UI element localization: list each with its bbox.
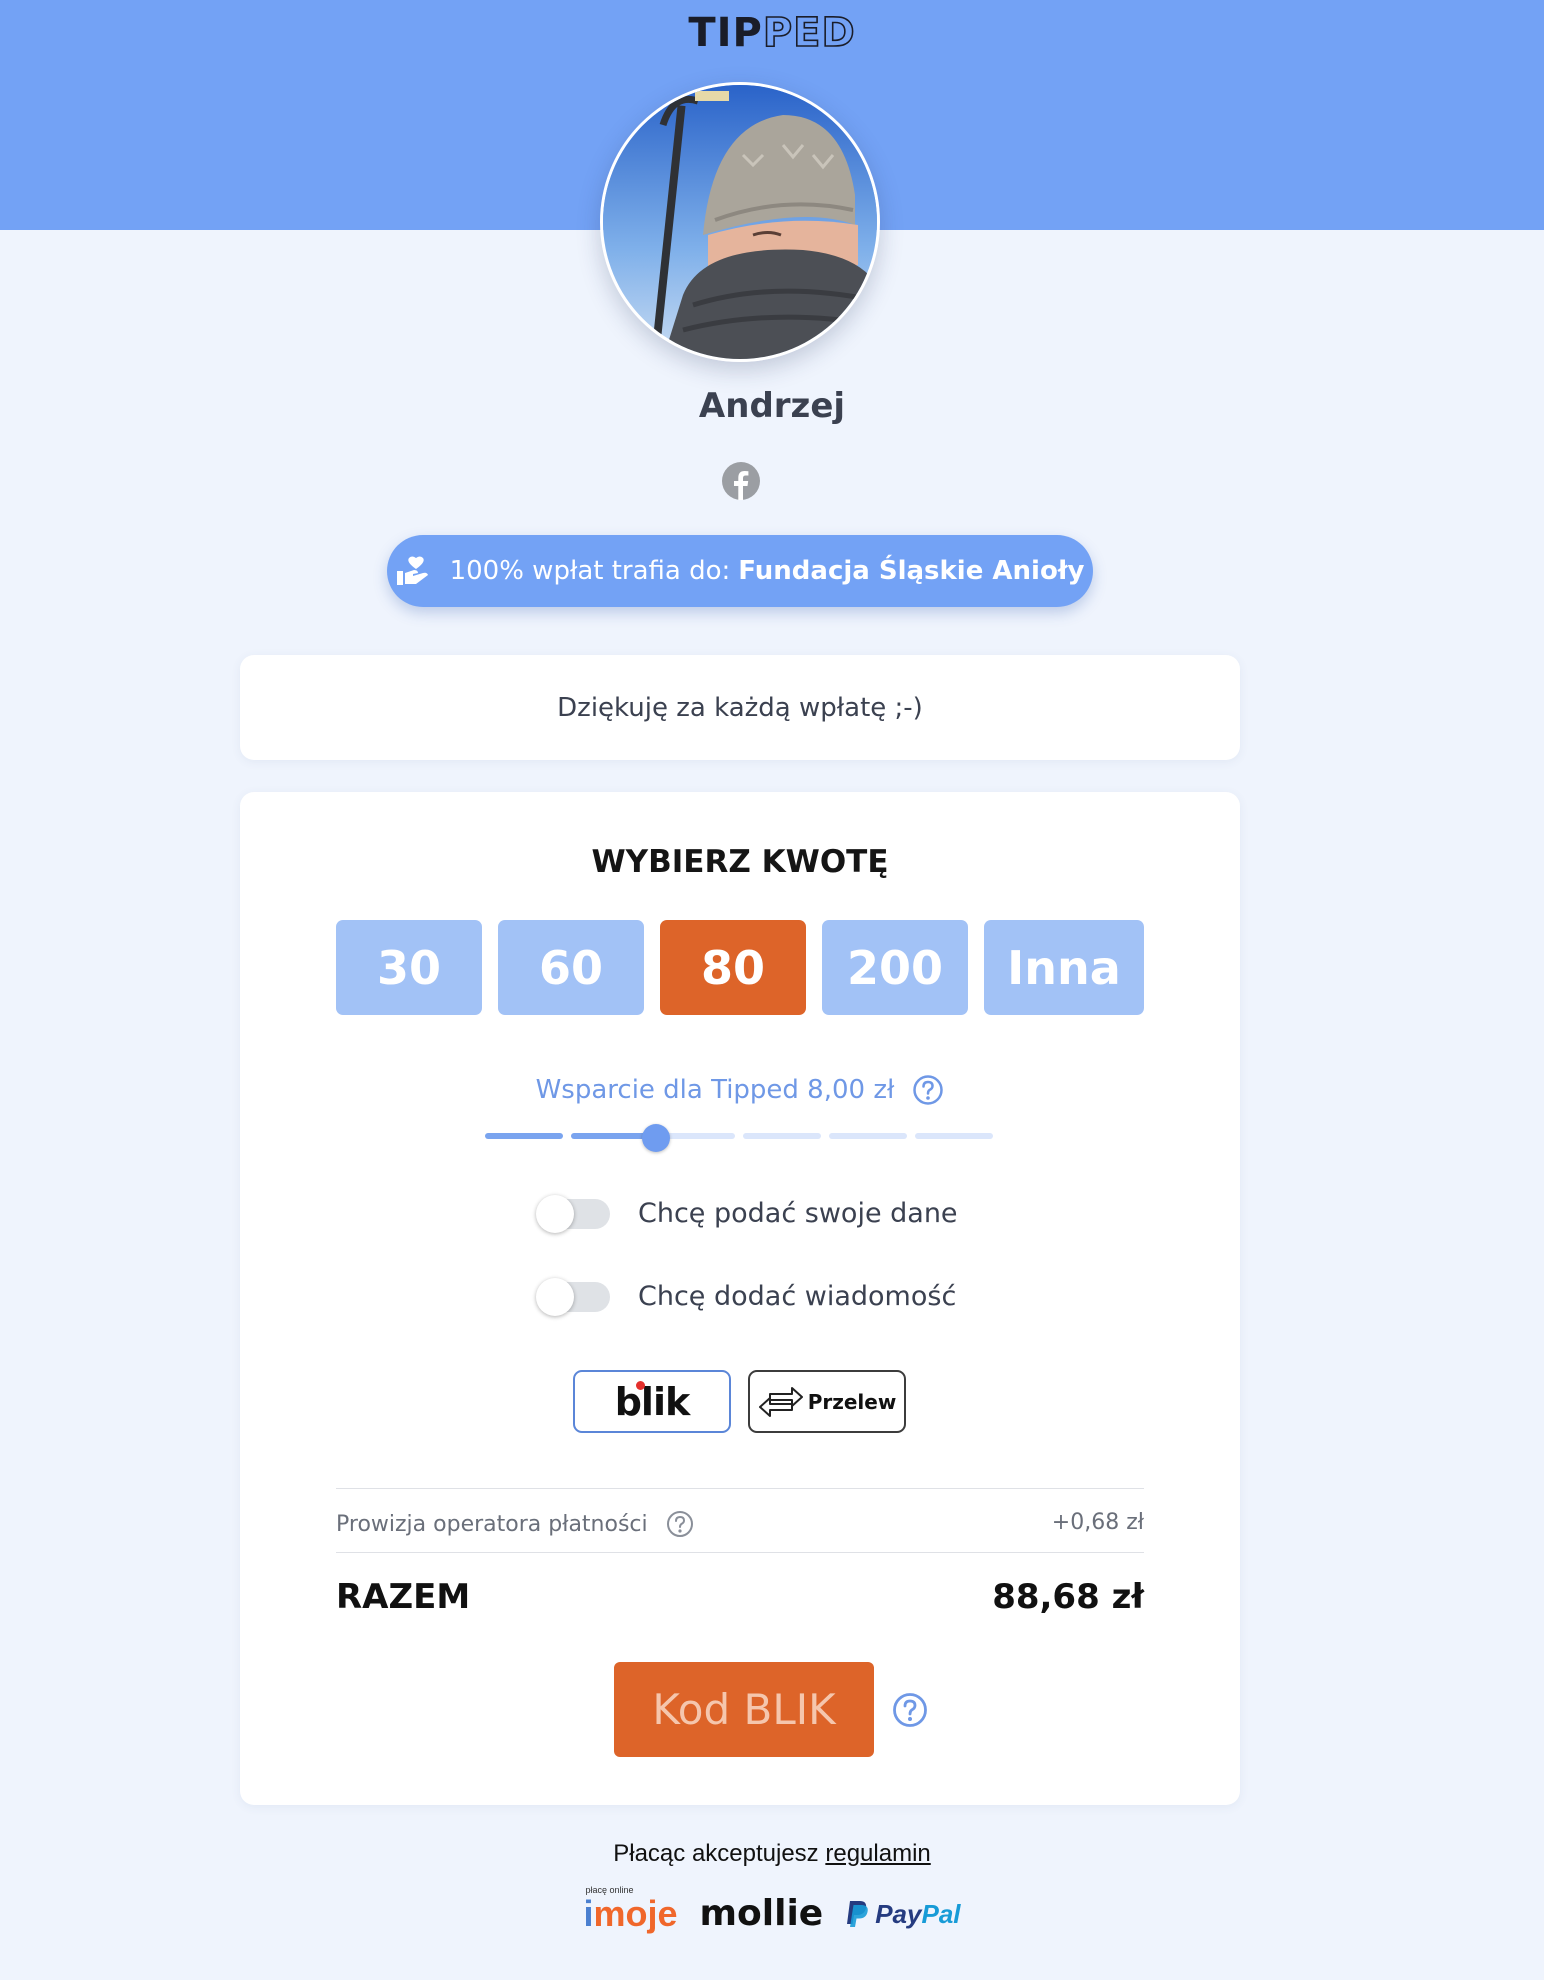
- terms-link[interactable]: regulamin: [825, 1840, 930, 1867]
- charity-banner: 100% wpłat trafia do: Fundacja Śląskie A…: [387, 535, 1093, 607]
- charity-hand-heart-icon: [396, 556, 428, 585]
- transfer-arrows-icon: [758, 1386, 803, 1417]
- charity-organization: Fundacja Śląskie Anioły: [738, 556, 1085, 586]
- tipped-logo[interactable]: TIPPED: [0, 9, 1544, 57]
- imoje-logo: płacę online imoje: [583, 1885, 678, 1934]
- help-icon[interactable]: [666, 1510, 694, 1538]
- paypal-icon: [847, 1901, 868, 1927]
- help-icon[interactable]: [892, 1692, 928, 1728]
- creator-message: Dziękuję za każdą wpłatę ;-): [557, 692, 923, 723]
- toggle-row-message: Chcę dodać wiadomość: [536, 1277, 957, 1316]
- amount-options: 30 60 80 200 Inna: [336, 920, 1144, 1015]
- slider-thumb[interactable]: [642, 1124, 670, 1152]
- avatar: [600, 82, 880, 362]
- mollie-logo: mollie: [699, 1893, 824, 1934]
- message-card: Dziękuję za każdą wpłatę ;-): [240, 655, 1240, 760]
- blik-logo: blik: [614, 1379, 691, 1424]
- toggle-knob: [536, 1277, 574, 1316]
- help-icon[interactable]: [912, 1074, 944, 1106]
- amount-option-other[interactable]: Inna: [984, 920, 1144, 1015]
- total-value: 88,68 zł: [992, 1577, 1144, 1617]
- paypal-logo: Pay Pal: [845, 1900, 961, 1932]
- slider-segment: [743, 1133, 821, 1139]
- transfer-label: Przelew: [807, 1389, 897, 1414]
- blik-code-button[interactable]: Kod BLIK: [614, 1662, 874, 1757]
- slider-segment: [485, 1133, 563, 1139]
- slider-segment: [571, 1133, 649, 1139]
- toggle-row-personal-data: Chcę podać swoje dane: [536, 1194, 958, 1233]
- amount-option-60[interactable]: 60: [498, 920, 644, 1015]
- amount-option-30[interactable]: 30: [336, 920, 482, 1015]
- amount-option-80[interactable]: 80: [660, 920, 806, 1015]
- payment-card: WYBIERZ KWOTĘ 30 60 80 200 Inna Wsparcie…: [240, 792, 1240, 1805]
- slider-segment: [829, 1133, 907, 1139]
- amount-option-200[interactable]: 200: [822, 920, 968, 1015]
- divider: [336, 1488, 1144, 1489]
- profile-name: Andrzej: [698, 386, 846, 426]
- support-slider[interactable]: [485, 1124, 995, 1152]
- slider-segment: [915, 1133, 993, 1139]
- toggle-message[interactable]: [536, 1277, 610, 1316]
- toggle-label-message: Chcę dodać wiadomość: [638, 1281, 957, 1312]
- payment-method-transfer[interactable]: Przelew: [748, 1370, 906, 1433]
- support-fee-row: Wsparcie dla Tipped 8,00 zł: [240, 1074, 1240, 1106]
- terms-notice: Płacąc akceptujesz regulamin: [0, 1840, 1544, 1868]
- imoje-tagline: płacę online: [585, 1885, 634, 1895]
- fee-label: Prowizja operatora płatności: [336, 1511, 648, 1537]
- payment-providers: płacę online imoje mollie Pay Pal: [0, 1886, 1544, 1932]
- fee-row: Prowizja operatora płatności: [336, 1510, 694, 1538]
- total-label: RAZEM: [336, 1577, 471, 1617]
- terms-text: Płacąc akceptujesz: [613, 1840, 819, 1867]
- toggle-personal-data[interactable]: [536, 1194, 610, 1233]
- blik-logo-dot: [636, 1381, 645, 1390]
- charity-prefix: 100% wpłat trafia do:: [449, 556, 731, 586]
- support-fee-label: Wsparcie dla Tipped 8,00 zł: [535, 1075, 895, 1105]
- facebook-icon[interactable]: [722, 462, 760, 500]
- amount-title: WYBIERZ KWOTĘ: [591, 844, 889, 880]
- toggle-knob: [536, 1194, 574, 1233]
- toggle-label-personal-data: Chcę podać swoje dane: [638, 1198, 958, 1229]
- divider: [336, 1552, 1144, 1553]
- payment-method-blik[interactable]: blik: [573, 1370, 731, 1433]
- fee-value: +0,68 zł: [1051, 1510, 1144, 1535]
